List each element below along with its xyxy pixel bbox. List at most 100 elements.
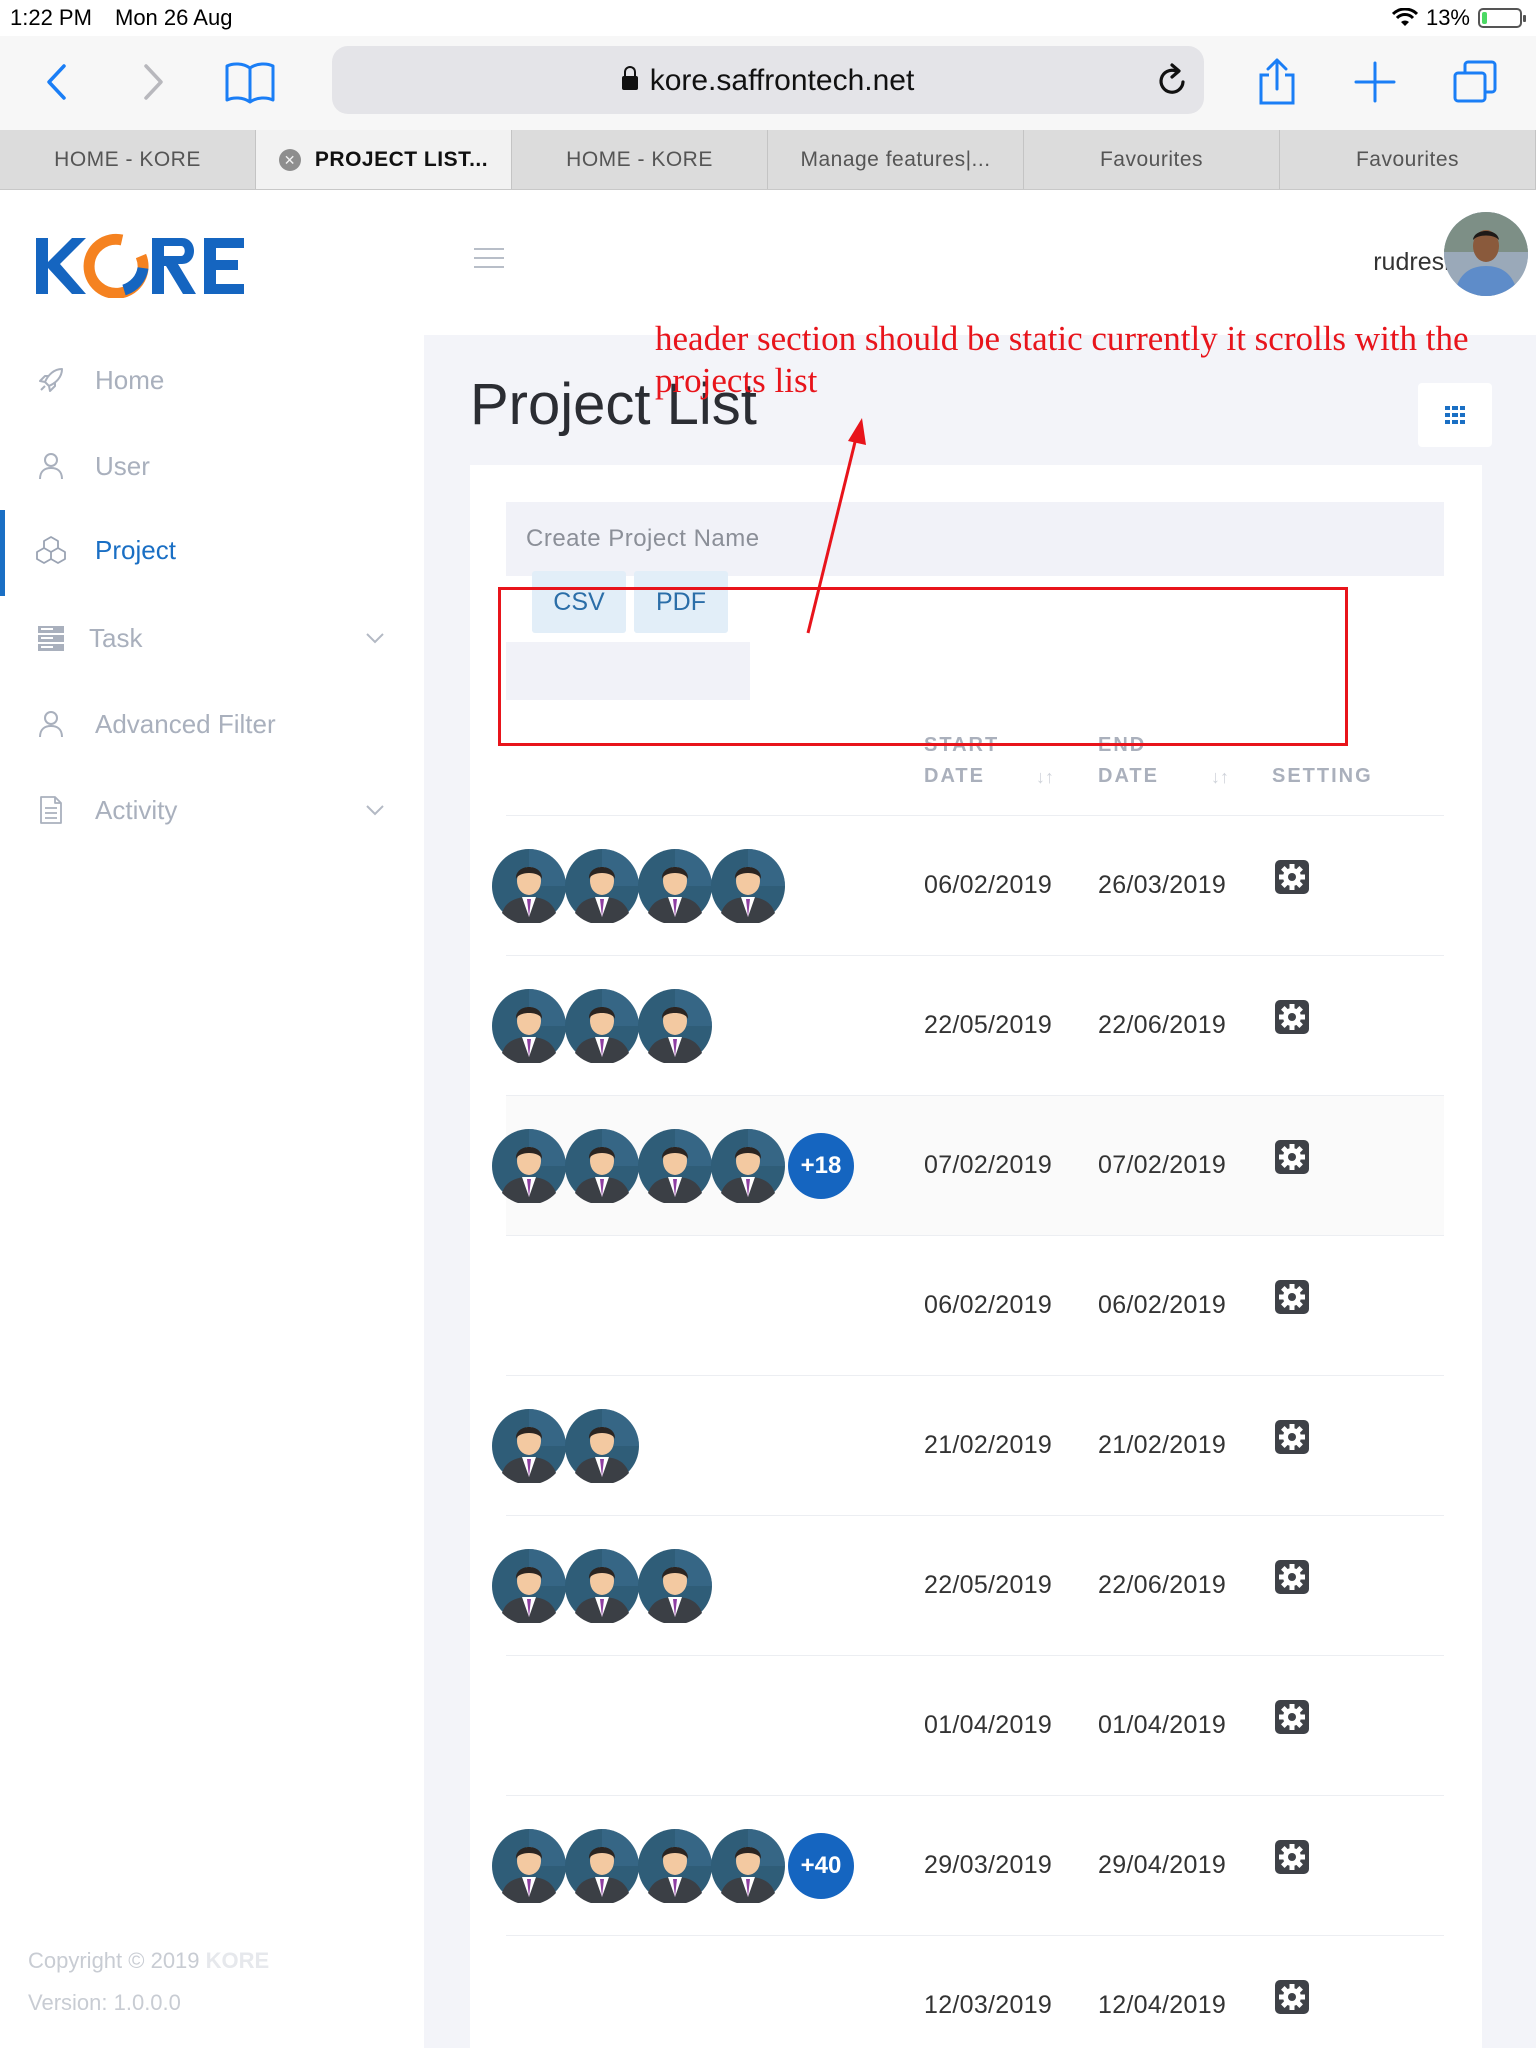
copyright-brand: KORE [205, 1948, 270, 1973]
member-avatar[interactable] [638, 1129, 712, 1203]
back-icon[interactable] [28, 54, 84, 110]
start-date: 22/05/2019 [924, 1011, 1053, 1039]
server-icon [38, 626, 64, 651]
sidebar-item-advanced-filter[interactable]: Advanced Filter [0, 684, 424, 764]
browser-tab-active[interactable]: ✕ PROJECT LIST... [256, 130, 512, 189]
table-row[interactable]: 22/05/2019 22/06/2019 [492, 1515, 1444, 1655]
more-members-badge[interactable]: +40 [788, 1833, 854, 1899]
member-avatar[interactable] [565, 849, 639, 923]
more-members-badge[interactable]: +18 [788, 1133, 854, 1199]
end-date: 22/06/2019 [1098, 1571, 1227, 1599]
settings-gear-icon[interactable] [1275, 1000, 1309, 1034]
sort-icon[interactable]: ↓↑ [1036, 767, 1054, 788]
cubes-icon [36, 536, 66, 564]
start-date: 06/02/2019 [924, 871, 1053, 899]
version-text: Version: 1.0.0.0 [28, 1990, 181, 2015]
sidebar-item-home[interactable]: Home [0, 340, 424, 420]
sidebar-item-user[interactable]: User [0, 426, 424, 506]
member-avatar[interactable] [565, 1129, 639, 1203]
tab-label: PROJECT LIST... [314, 147, 489, 171]
tab-label: HOME - KORE [566, 147, 713, 171]
sidebar-item-label: Home [95, 364, 165, 395]
member-avatar[interactable] [638, 1829, 712, 1903]
browser-tab[interactable]: HOME - KORE [0, 130, 256, 189]
url-text: kore.saffrontech.net [649, 64, 915, 97]
user-icon [39, 711, 63, 738]
wifi-icon [1391, 8, 1418, 26]
close-tab-icon[interactable]: ✕ [278, 148, 301, 171]
member-avatar[interactable] [565, 989, 639, 1063]
sidebar-item-project[interactable]: Project [0, 510, 424, 596]
settings-gear-icon[interactable] [1275, 1840, 1309, 1874]
settings-gear-icon[interactable] [1275, 1980, 1309, 2014]
sort-icon[interactable]: ↓↑ [1211, 767, 1229, 788]
avatar[interactable] [1444, 212, 1528, 296]
kore-logo[interactable] [34, 232, 248, 303]
member-avatar[interactable] [492, 1409, 566, 1483]
tab-strip: HOME - KORE ✕ PROJECT LIST... HOME - KORE… [0, 130, 1536, 190]
member-avatar[interactable] [711, 1829, 785, 1903]
bookmarks-icon[interactable] [222, 54, 278, 110]
browser-tab[interactable]: HOME - KORE [512, 130, 768, 189]
annotation-text: header section should be static currentl… [655, 319, 1469, 400]
sidebar: Home User Project Task Advanced Filter A… [0, 190, 424, 2048]
browser-tab[interactable]: Manage features|... [768, 130, 1024, 189]
member-avatar[interactable] [711, 1129, 785, 1203]
chevron-down-icon[interactable] [364, 627, 386, 649]
member-avatar[interactable] [492, 1829, 566, 1903]
table-row[interactable]: 06/02/2019 26/03/2019 [492, 815, 1444, 955]
member-avatar[interactable] [565, 1829, 639, 1903]
sidebar-item-label: Activity [95, 794, 178, 825]
member-avatar[interactable] [492, 1549, 566, 1623]
new-tab-icon[interactable] [1347, 54, 1403, 110]
table-row[interactable]: 22/05/2019 22/06/2019 [492, 955, 1444, 1095]
create-project-input[interactable] [506, 502, 1444, 576]
member-avatar[interactable] [492, 1129, 566, 1203]
reload-icon[interactable] [1154, 60, 1190, 105]
member-avatar[interactable] [638, 849, 712, 923]
start-date: 07/02/2019 [924, 1151, 1053, 1179]
member-avatar[interactable] [565, 1549, 639, 1623]
column-setting: SETTING [1272, 765, 1373, 787]
table-row[interactable]: +18 07/02/2019 07/02/2019 [492, 1095, 1444, 1235]
forward-icon[interactable] [126, 54, 182, 110]
end-date: 07/02/2019 [1098, 1151, 1227, 1179]
share-icon[interactable] [1249, 54, 1305, 110]
member-avatar[interactable] [492, 849, 566, 923]
settings-gear-icon[interactable] [1275, 1700, 1309, 1734]
sidebar-item-activity[interactable]: Activity [0, 770, 424, 850]
start-date: 01/04/2019 [924, 1711, 1053, 1739]
member-avatar[interactable] [492, 989, 566, 1063]
copyright-line: Copyright © 2019 KORE [28, 1940, 269, 1982]
end-date: 21/02/2019 [1098, 1431, 1227, 1459]
table-row[interactable]: +40 29/03/2019 29/04/2019 [492, 1795, 1444, 1935]
browser-tab[interactable]: Favourites [1280, 130, 1536, 189]
end-date: 06/02/2019 [1098, 1291, 1227, 1319]
hamburger-icon[interactable] [474, 248, 504, 268]
browser-tab[interactable]: Favourites [1024, 130, 1280, 189]
sidebar-item-task[interactable]: Task [0, 598, 424, 678]
settings-gear-icon[interactable] [1275, 1280, 1309, 1314]
member-avatar[interactable] [565, 1409, 639, 1483]
chevron-down-icon[interactable] [364, 799, 386, 821]
member-avatar[interactable] [638, 989, 712, 1063]
address-bar[interactable]: kore.saffrontech.net [332, 46, 1204, 114]
member-avatar[interactable] [711, 849, 785, 923]
table-row[interactable]: 01/04/2019 01/04/2019 [506, 1655, 1444, 1795]
document-icon [40, 796, 62, 824]
table-row[interactable]: 21/02/2019 21/02/2019 [492, 1375, 1444, 1515]
user-icon [39, 453, 63, 480]
table-row[interactable]: 06/02/2019 06/02/2019 [506, 1235, 1444, 1375]
settings-gear-icon[interactable] [1275, 860, 1309, 894]
settings-gear-icon[interactable] [1275, 1420, 1309, 1454]
member-avatar[interactable] [638, 1549, 712, 1623]
settings-gear-icon[interactable] [1275, 1140, 1309, 1174]
start-date: 06/02/2019 [924, 1291, 1053, 1319]
tab-label: Favourites [1355, 147, 1460, 171]
table-row[interactable]: 12/03/2019 12/04/2019 [506, 1935, 1444, 2048]
tab-label: Favourites [1099, 147, 1204, 171]
end-date: 22/06/2019 [1098, 1011, 1227, 1039]
settings-gear-icon[interactable] [1275, 1560, 1309, 1594]
tabs-overview-icon[interactable] [1447, 54, 1503, 110]
end-date: 29/04/2019 [1098, 1851, 1227, 1879]
